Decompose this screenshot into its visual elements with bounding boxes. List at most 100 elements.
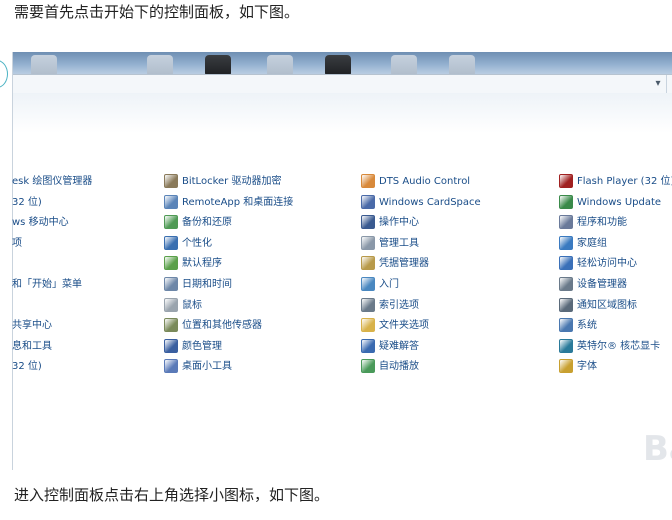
control-panel-item[interactable]: Flash Player (32 位) bbox=[559, 172, 672, 193]
notification-icon bbox=[559, 297, 573, 312]
control-panel-item[interactable]: 32 位) bbox=[12, 193, 92, 214]
control-panel-item[interactable]: 共享中心 bbox=[12, 316, 92, 337]
side-circle-button[interactable] bbox=[0, 60, 8, 88]
control-panel-item[interactable] bbox=[12, 296, 92, 317]
datetime-icon bbox=[164, 276, 178, 291]
control-panel-item-label: 文件夹选项 bbox=[379, 320, 429, 332]
flash-icon bbox=[559, 174, 573, 188]
caption-top: 需要首先点击开始下的控制面板，如下图。 bbox=[14, 3, 300, 21]
control-panel-item-label: 个性化 bbox=[182, 237, 212, 249]
control-panel-item[interactable]: 英特尔® 核芯显卡 bbox=[559, 337, 672, 358]
control-panel-item-label: 索引选项 bbox=[379, 299, 419, 311]
control-panel-item[interactable]: esk 绘图仪管理器 bbox=[12, 172, 92, 193]
control-panel-item[interactable]: 索引选项 bbox=[361, 296, 481, 317]
control-panel-item[interactable]: 设备管理器 bbox=[559, 275, 672, 296]
control-panel-item-label: 家庭组 bbox=[577, 237, 607, 249]
control-panel-item[interactable]: 息和工具 bbox=[12, 337, 92, 358]
control-panel-item-label: 疑难解答 bbox=[379, 340, 419, 352]
windows-update-icon bbox=[559, 194, 573, 209]
control-panel-item[interactable]: 鼠标 bbox=[164, 296, 293, 317]
control-panel-item[interactable]: 位置和其他传感器 bbox=[164, 316, 293, 337]
control-panel-item-label: Flash Player (32 位) bbox=[577, 176, 672, 187]
control-panel-item[interactable]: 项 bbox=[12, 234, 92, 255]
toolbar-area bbox=[13, 93, 672, 133]
admin-tools-icon bbox=[361, 235, 375, 250]
control-panel-column: BitLocker 驱动器加密 RemoteApp 和桌面连接备份和还原个性化默认… bbox=[164, 172, 293, 378]
control-panel-item[interactable]: 管理工具 bbox=[361, 234, 481, 255]
autoplay-icon bbox=[361, 359, 375, 374]
default-programs-icon bbox=[164, 256, 178, 271]
control-panel-item-label: 息和工具 bbox=[12, 340, 52, 352]
ease-of-access-icon bbox=[559, 256, 573, 271]
control-panel-item[interactable]: DTS Audio Control bbox=[361, 172, 481, 193]
control-panel-item-label: 日期和时间 bbox=[182, 278, 232, 290]
control-panel-item-label: 共享中心 bbox=[12, 320, 52, 332]
gadgets-icon bbox=[164, 359, 178, 374]
control-panel-item[interactable]: 文件夹选项 bbox=[361, 316, 481, 337]
control-panel-column: Flash Player (32 位) Windows Update 程序和功能家庭… bbox=[559, 172, 672, 378]
control-panel-item[interactable]: ws 移动中心 bbox=[12, 213, 92, 234]
control-panel-item-label: 桌面小工具 bbox=[182, 361, 232, 373]
control-panel-item-label: 自动播放 bbox=[379, 361, 419, 373]
watermark-logo: Ba bbox=[643, 429, 672, 469]
personalization-icon bbox=[164, 235, 178, 250]
control-panel-column: esk 绘图仪管理器 32 位) ws 移动中心项和「开始」菜单 共享中心息和工具 32… bbox=[12, 172, 92, 378]
control-panel-item[interactable]: 家庭组 bbox=[559, 234, 672, 255]
programs-icon bbox=[559, 215, 573, 230]
credential-icon bbox=[361, 256, 375, 271]
control-panel-item[interactable]: 凭据管理器 bbox=[361, 254, 481, 275]
article-page: 需要首先点击开始下的控制面板，如下图。 ▾ ↻ Ba jing esk 绘图仪管… bbox=[0, 0, 672, 520]
caption-bottom: 进入控制面板点击右上角选择小图标，如下图。 bbox=[14, 486, 330, 504]
address-bar[interactable]: ▾ ↻ bbox=[13, 74, 672, 94]
control-panel-item-label: 32 位) bbox=[12, 196, 42, 208]
control-panel-item-label: BitLocker 驱动器加密 bbox=[182, 176, 282, 187]
control-panel-item[interactable]: 个性化 bbox=[164, 234, 293, 255]
control-panel-item[interactable]: 通知区域图标 bbox=[559, 296, 672, 317]
control-panel-item[interactable]: 颜色管理 bbox=[164, 337, 293, 358]
control-panel-item-label: 凭据管理器 bbox=[379, 258, 429, 270]
control-panel-item[interactable]: 桌面小工具 bbox=[164, 357, 293, 378]
control-panel-item[interactable]: Windows CardSpace bbox=[361, 193, 481, 214]
control-panel-item-label: 入门 bbox=[379, 278, 399, 290]
control-panel-item[interactable]: 程序和功能 bbox=[559, 213, 672, 234]
folder-options-icon bbox=[361, 318, 375, 333]
control-panel-item-label: 英特尔® 核芯显卡 bbox=[577, 340, 661, 352]
control-panel-item-label: 操作中心 bbox=[379, 217, 419, 229]
control-panel-item-label: 和「开始」菜单 bbox=[12, 278, 82, 290]
control-panel-item[interactable]: BitLocker 驱动器加密 bbox=[164, 172, 293, 193]
control-panel-item-label: DTS Audio Control bbox=[379, 176, 471, 187]
cardspace-icon bbox=[361, 194, 375, 209]
control-panel-item-label: 管理工具 bbox=[379, 237, 419, 249]
control-panel-item[interactable]: 备份和还原 bbox=[164, 213, 293, 234]
getting-started-icon bbox=[361, 276, 375, 291]
troubleshooting-icon bbox=[361, 338, 375, 353]
control-panel-item[interactable]: 自动播放 bbox=[361, 357, 481, 378]
control-panel-item[interactable]: 日期和时间 bbox=[164, 275, 293, 296]
control-panel-item-label: esk 绘图仪管理器 bbox=[12, 176, 93, 187]
control-panel-item-label: 程序和功能 bbox=[577, 217, 627, 229]
control-panel-item[interactable]: RemoteApp 和桌面连接 bbox=[164, 193, 293, 214]
control-panel-item[interactable]: 32 位) bbox=[12, 357, 92, 378]
control-panel-item-label: 通知区域图标 bbox=[577, 299, 637, 311]
control-panel-item[interactable]: 入门 bbox=[361, 275, 481, 296]
control-panel-item-label: 设备管理器 bbox=[577, 278, 627, 290]
control-panel-item-label: 备份和还原 bbox=[182, 217, 232, 229]
control-panel-item[interactable]: 和「开始」菜单 bbox=[12, 275, 92, 296]
control-panel-item-label: 颜色管理 bbox=[182, 340, 222, 352]
control-panel-item[interactable]: Windows Update bbox=[559, 193, 672, 214]
control-panel-item[interactable]: 疑难解答 bbox=[361, 337, 481, 358]
control-panel-item[interactable]: 系统 bbox=[559, 316, 672, 337]
control-panel-item-label: 32 位) bbox=[12, 361, 42, 373]
taskbar bbox=[13, 52, 672, 77]
backup-icon bbox=[164, 215, 178, 230]
control-panel-item[interactable]: 默认程序 bbox=[164, 254, 293, 275]
homegroup-icon bbox=[559, 235, 573, 250]
control-panel-item[interactable]: 操作中心 bbox=[361, 213, 481, 234]
color-management-icon bbox=[164, 338, 178, 353]
control-panel-item[interactable]: 字体 bbox=[559, 357, 672, 378]
control-panel-item-label: 鼠标 bbox=[182, 299, 202, 311]
chevron-down-icon[interactable]: ▾ bbox=[650, 75, 667, 93]
control-panel-item[interactable] bbox=[12, 254, 92, 275]
device-manager-icon bbox=[559, 276, 573, 291]
control-panel-item[interactable]: 轻松访问中心 bbox=[559, 254, 672, 275]
